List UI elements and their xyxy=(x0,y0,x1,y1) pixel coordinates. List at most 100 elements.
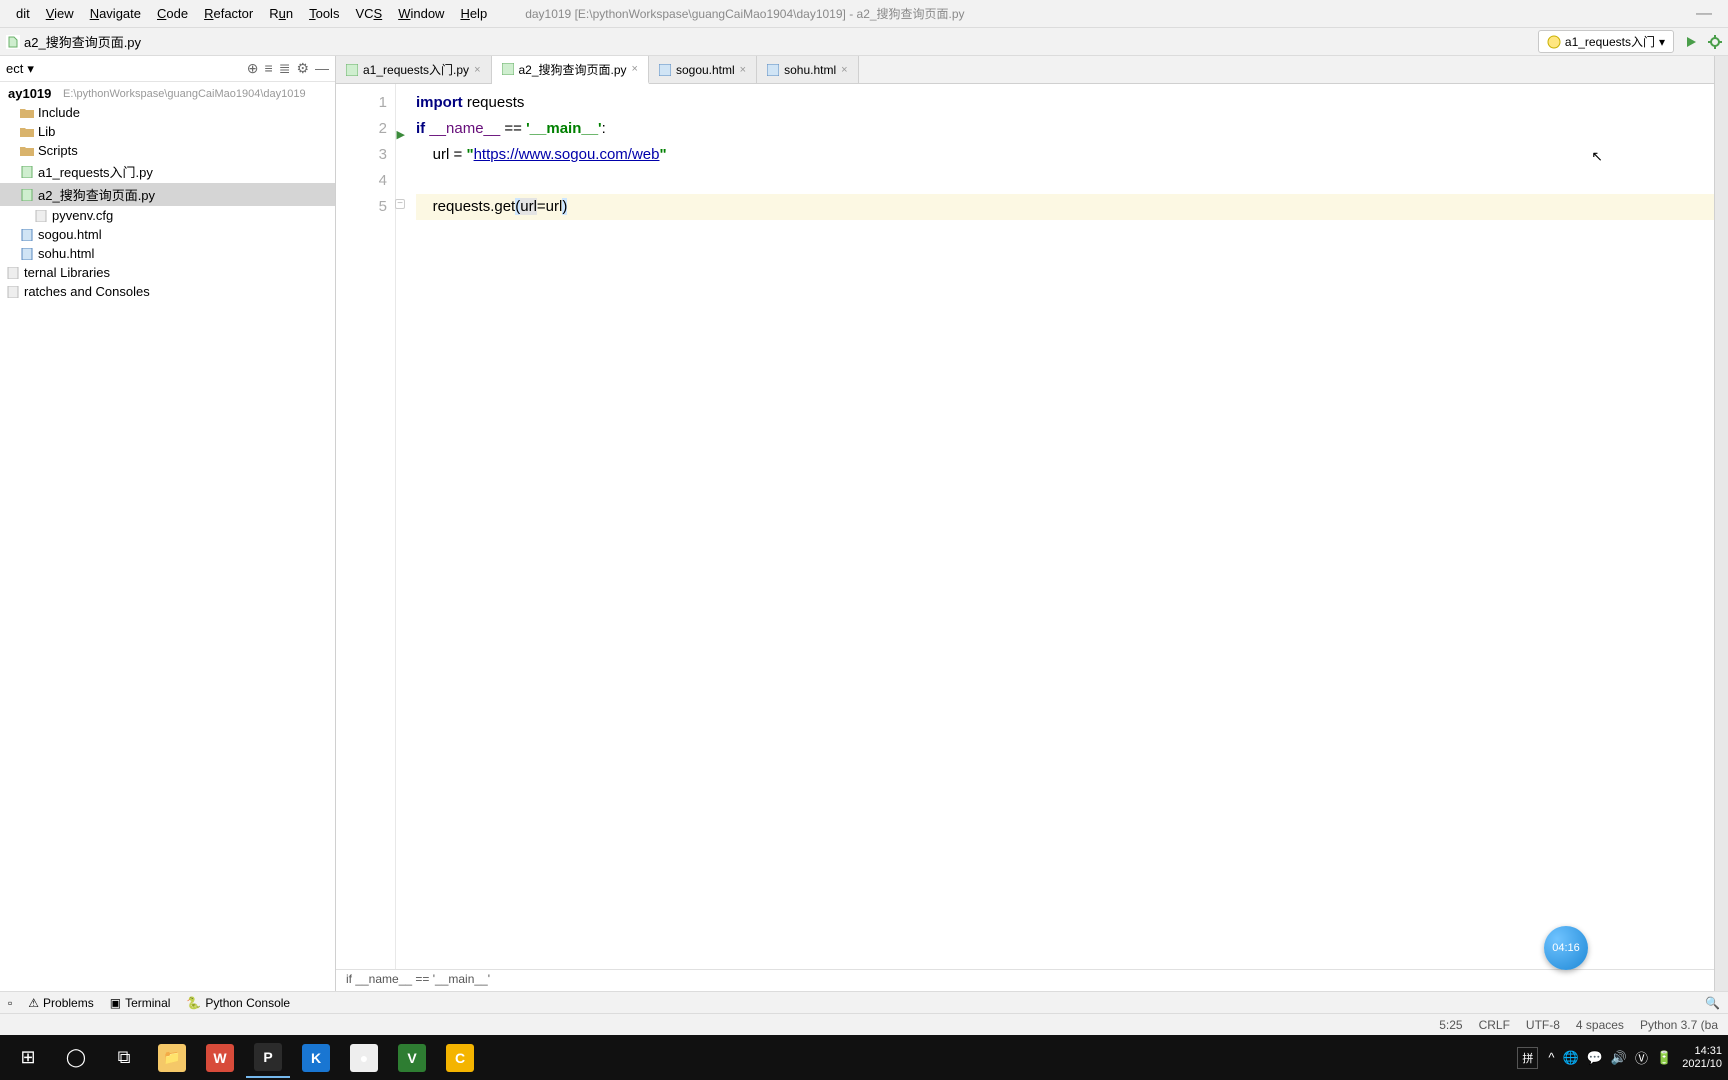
close-icon[interactable]: × xyxy=(474,64,480,76)
menu-refactor[interactable]: Refactor xyxy=(196,4,261,23)
taskbar-app-2[interactable]: ⧉ xyxy=(102,1038,146,1078)
folder-icon xyxy=(20,107,34,119)
close-icon[interactable]: × xyxy=(841,64,847,76)
breadcrumb-file[interactable]: a2_搜狗查询页面.py xyxy=(24,32,141,51)
status-eol[interactable]: CRLF xyxy=(1479,1018,1510,1032)
tree-item[interactable]: ratches and Consoles xyxy=(0,282,335,301)
chevron-down-icon: ▾ xyxy=(27,61,34,77)
tree-item[interactable]: a1_requests入门.py xyxy=(0,160,335,183)
editor-tab[interactable]: a1_requests入门.py× xyxy=(336,56,492,83)
folder-icon xyxy=(20,145,34,157)
bottom-tool-terminal[interactable]: ▣Terminal xyxy=(110,996,171,1010)
menu-window[interactable]: Window xyxy=(390,4,452,23)
menu-vcs[interactable]: VCS xyxy=(347,4,390,23)
file-icon xyxy=(34,210,48,222)
menu-navigate[interactable]: Navigate xyxy=(82,4,149,23)
status-encoding[interactable]: UTF-8 xyxy=(1526,1018,1560,1032)
code-content[interactable]: import requestsif __name__ == '__main__'… xyxy=(396,84,1728,969)
right-tools: a1_requests入门 ▾ xyxy=(1538,30,1722,53)
taskbar-app-0[interactable]: ⊞ xyxy=(6,1038,50,1078)
status-indent[interactable]: 4 spaces xyxy=(1576,1018,1624,1032)
editor-scrollbar[interactable] xyxy=(1714,56,1728,991)
taskbar-app-8[interactable]: V xyxy=(390,1038,434,1078)
taskbar-app-3[interactable]: 📁 xyxy=(150,1038,194,1078)
bottom-tool-problems[interactable]: ⚠Problems xyxy=(28,996,93,1010)
debug-button[interactable] xyxy=(1708,35,1722,49)
folder-icon xyxy=(20,126,34,138)
tree-root[interactable]: ay1019 E:\pythonWorkspase\guangCaiMao190… xyxy=(0,84,335,103)
tray-icon[interactable]: Ⓥ xyxy=(1635,1048,1648,1067)
close-icon[interactable]: × xyxy=(632,63,638,75)
bottom-tool-python-console[interactable]: 🐍Python Console xyxy=(186,996,290,1010)
status-bar: 5:25 CRLF UTF-8 4 spaces Python 3.7 (ba xyxy=(0,1013,1728,1035)
project-selector[interactable]: ect xyxy=(6,61,23,76)
status-position[interactable]: 5:25 xyxy=(1439,1018,1462,1032)
ime-indicator[interactable]: 拼 xyxy=(1517,1047,1538,1069)
menu-tools[interactable]: Tools xyxy=(301,4,347,23)
file-icon xyxy=(767,64,779,76)
editor-tab[interactable]: a2_搜狗查询页面.py× xyxy=(492,56,649,84)
code-line[interactable]: requests.get(url=url) xyxy=(416,194,1728,220)
taskbar-app-6[interactable]: K xyxy=(294,1038,338,1078)
breadcrumb: a2_搜狗查询页面.py xyxy=(6,32,141,51)
tree-item[interactable]: Lib xyxy=(0,122,335,141)
main-split: ect ▾ ⊕ ≡ ≣ ⚙ — ay1019 E:\pythonWorkspas… xyxy=(0,56,1728,991)
menu-edit[interactable]: dit xyxy=(8,4,38,23)
code-line[interactable]: if __name__ == '__main__': xyxy=(416,116,1728,142)
code-line[interactable]: import requests xyxy=(416,90,1728,116)
tree-item[interactable]: sohu.html xyxy=(0,244,335,263)
hide-icon[interactable]: — xyxy=(315,60,329,77)
menu-code[interactable]: Code xyxy=(149,4,196,23)
floating-timer[interactable]: 04:16 xyxy=(1544,926,1588,970)
taskbar-app-5[interactable]: P xyxy=(246,1038,290,1078)
tray-icon[interactable]: ^ xyxy=(1548,1050,1554,1065)
editor-body[interactable]: 12▶345− import requestsif __name__ == '_… xyxy=(336,84,1728,969)
tree-item[interactable]: ternal Libraries xyxy=(0,263,335,282)
tree-item[interactable]: Include xyxy=(0,103,335,122)
code-line[interactable] xyxy=(416,168,1728,194)
editor-tab[interactable]: sogou.html× xyxy=(649,56,757,83)
taskbar-clock[interactable]: 14:31 2021/10 xyxy=(1682,1045,1722,1071)
python-icon xyxy=(1547,35,1561,49)
window-title: day1019 [E:\pythonWorkspase\guangCaiMao1… xyxy=(525,5,964,22)
tray-icon[interactable]: 🔊 xyxy=(1611,1050,1627,1066)
project-tree[interactable]: ay1019 E:\pythonWorkspase\guangCaiMao190… xyxy=(0,82,335,303)
file-icon xyxy=(502,63,514,75)
project-panel: ect ▾ ⊕ ≡ ≣ ⚙ — ay1019 E:\pythonWorkspas… xyxy=(0,56,336,991)
editor-area: a1_requests入门.py×a2_搜狗查询页面.py×sogou.html… xyxy=(336,56,1728,991)
menu-bar: dit View Navigate Code Refactor Run Tool… xyxy=(0,0,1728,28)
taskbar-app-7[interactable]: ● xyxy=(342,1038,386,1078)
tool-window-icon[interactable]: ▫ xyxy=(8,996,12,1010)
close-icon[interactable]: × xyxy=(740,64,746,76)
menu-help[interactable]: Help xyxy=(452,4,495,23)
tree-item[interactable]: a2_搜狗查询页面.py xyxy=(0,183,335,206)
target-icon[interactable]: ⊕ xyxy=(247,60,259,77)
search-icon[interactable]: 🔍 xyxy=(1705,996,1720,1010)
status-interpreter[interactable]: Python 3.7 (ba xyxy=(1640,1018,1718,1032)
run-config-select[interactable]: a1_requests入门 ▾ xyxy=(1538,30,1674,53)
tree-item[interactable]: sogou.html xyxy=(0,225,335,244)
menu-run[interactable]: Run xyxy=(261,4,301,23)
taskbar-app-1[interactable]: ◯ xyxy=(54,1038,98,1078)
taskbar-app-9[interactable]: C xyxy=(438,1038,482,1078)
tray-icon[interactable]: 🔋 xyxy=(1656,1050,1672,1066)
tray-icon[interactable]: 💬 xyxy=(1587,1050,1603,1066)
run-button[interactable] xyxy=(1684,35,1698,49)
tray-icons: ^ 🌐 💬 🔊 Ⓥ 🔋 xyxy=(1548,1048,1672,1067)
menu-view[interactable]: View xyxy=(38,4,82,23)
code-breadcrumb[interactable]: if __name__ == '__main__' xyxy=(336,969,1728,991)
minimize-button[interactable]: — xyxy=(1688,5,1720,23)
editor-tab[interactable]: sohu.html× xyxy=(757,56,858,83)
code-line[interactable]: url = "https://www.sogou.com/web" xyxy=(416,142,1728,168)
expand-icon[interactable]: ≡ xyxy=(265,60,273,77)
collapse-icon[interactable]: ≣ xyxy=(279,60,291,77)
tree-item[interactable]: Scripts xyxy=(0,141,335,160)
bottom-tools: ▫ ⚠Problems ▣Terminal 🐍Python Console 🔍 xyxy=(0,991,1728,1013)
tray-icon[interactable]: 🌐 xyxy=(1562,1050,1578,1066)
gear-icon[interactable]: ⚙ xyxy=(296,60,309,77)
html-icon xyxy=(20,229,34,241)
taskbar-app-4[interactable]: W xyxy=(198,1038,242,1078)
python-file-icon xyxy=(6,35,20,49)
tree-item[interactable]: pyvenv.cfg xyxy=(0,206,335,225)
py-icon xyxy=(20,166,34,178)
